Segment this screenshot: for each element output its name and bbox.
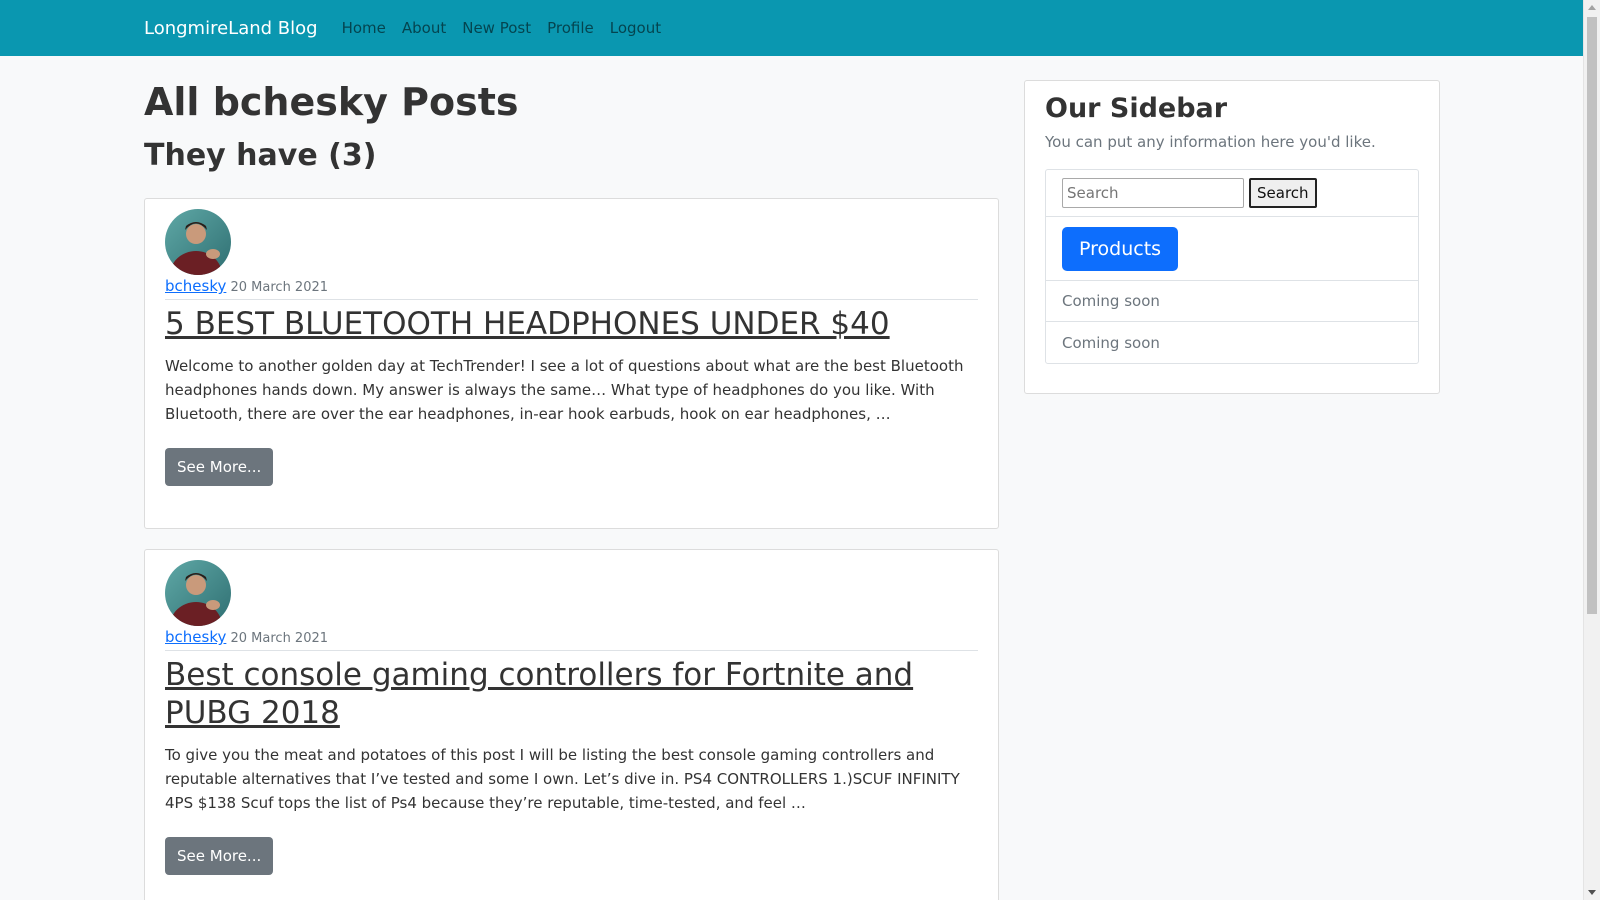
sidebar-list: Search Products Coming soon Coming soon (1045, 169, 1419, 365)
nav-link-profile[interactable]: Profile (547, 19, 594, 37)
author-link[interactable]: bchesky (165, 277, 226, 295)
top-navbar: LongmireLand Blog Home About New Post Pr… (0, 0, 1583, 56)
scrollbar-thumb[interactable] (1587, 17, 1597, 614)
author-avatar[interactable] (165, 209, 231, 275)
sidebar: Our Sidebar You can put any information … (1024, 80, 1440, 394)
avatar-image (165, 560, 231, 626)
avatar-image (165, 209, 231, 275)
see-more-button[interactable]: See More... (165, 447, 274, 486)
scroll-down-arrow-icon[interactable] (1588, 890, 1596, 895)
post-count-title: They have (3) (144, 137, 377, 173)
nav-link-home[interactable]: Home (342, 19, 386, 37)
post-date: 20 March 2021 (230, 631, 329, 646)
page-scrollbar[interactable] (1583, 0, 1600, 900)
post-title-link[interactable]: 5 BEST BLUETOOTH HEADPHONES UNDER $40 (165, 306, 978, 344)
post-date: 20 March 2021 (230, 280, 329, 295)
search-form: Search (1046, 170, 1418, 218)
post-title-link[interactable]: Best console gaming controllers for Fort… (165, 657, 978, 733)
search-button[interactable]: Search (1249, 178, 1317, 209)
nav-link-logout[interactable]: Logout (610, 19, 661, 37)
main-content: All bchesky Posts They have (3) bchesky (144, 56, 999, 900)
nav-link-about[interactable]: About (402, 19, 446, 37)
post-meta: bchesky 20 March 2021 (165, 277, 978, 300)
post-excerpt: Welcome to another golden day at TechTre… (165, 356, 964, 423)
page-title: All bchesky Posts (144, 80, 519, 124)
post-meta: bchesky 20 March 2021 (165, 628, 978, 651)
nav-link-new-post[interactable]: New Post (462, 19, 531, 37)
products-item: Products (1046, 217, 1418, 282)
brand-link[interactable]: LongmireLand Blog (144, 18, 318, 39)
list-item: Coming soon (1046, 281, 1418, 323)
post-excerpt: To give you the meat and potatoes of thi… (165, 745, 960, 812)
list-item: Coming soon (1062, 333, 1160, 352)
author-link[interactable]: bchesky (165, 628, 226, 646)
sidebar-title: Our Sidebar (1045, 93, 1228, 124)
sidebar-description: You can put any information here you'd l… (1045, 133, 1376, 152)
see-more-button[interactable]: See More... (165, 836, 274, 875)
post-card: bchesky 20 March 2021 5 BEST BLUETOOTH H… (144, 198, 999, 529)
post-card: bchesky 20 March 2021 Best console gamin… (144, 549, 999, 900)
scroll-up-arrow-icon[interactable] (1588, 5, 1596, 10)
search-input[interactable] (1062, 178, 1244, 209)
products-button[interactable]: Products (1062, 226, 1179, 271)
author-avatar[interactable] (165, 560, 231, 626)
